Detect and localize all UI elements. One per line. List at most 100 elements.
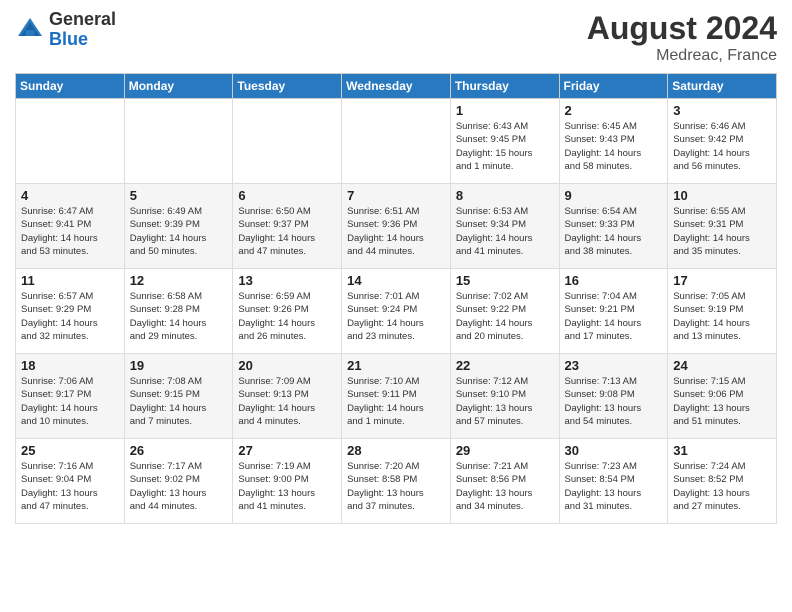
day-number: 3	[673, 103, 771, 118]
calendar-cell: 1 Sunrise: 6:43 AM Sunset: 9:45 PM Daylig…	[450, 99, 559, 184]
column-header-wednesday: Wednesday	[342, 74, 451, 99]
logo-blue-text: Blue	[49, 30, 116, 50]
column-header-tuesday: Tuesday	[233, 74, 342, 99]
day-number: 18	[21, 358, 119, 373]
day-info: Sunrise: 7:23 AM Sunset: 8:54 PM Dayligh…	[565, 460, 663, 513]
calendar-cell: 21 Sunrise: 7:10 AM Sunset: 9:11 PM Dayli…	[342, 354, 451, 439]
calendar-cell: 2Sunrise: 6:45 AM Sunset: 9:43 PM Daylig…	[559, 99, 668, 184]
day-info: Sunrise: 6:55 AM Sunset: 9:31 PM Dayligh…	[673, 205, 771, 258]
day-number: 22	[456, 358, 554, 373]
day-info: Sunrise: 7:08 AM Sunset: 9:15 PM Dayligh…	[130, 375, 228, 428]
day-info: Sunrise: 7:16 AM Sunset: 9:04 PM Dayligh…	[21, 460, 119, 513]
day-number: 11	[21, 273, 119, 288]
calendar-cell	[16, 99, 125, 184]
day-number: 14	[347, 273, 445, 288]
day-info: Sunrise: 6:53 AM Sunset: 9:34 PM Dayligh…	[456, 205, 554, 258]
day-info: Sunrise: 7:05 AM Sunset: 9:19 PM Dayligh…	[673, 290, 771, 343]
column-header-friday: Friday	[559, 74, 668, 99]
calendar-cell	[342, 99, 451, 184]
calendar-cell: 15 Sunrise: 7:02 AM Sunset: 9:22 PM Dayli…	[450, 269, 559, 354]
calendar-cell: 9 Sunrise: 6:54 AM Sunset: 9:33 PM Daylig…	[559, 184, 668, 269]
day-number: 30	[565, 443, 663, 458]
day-number: 31	[673, 443, 771, 458]
day-info: Sunrise: 7:06 AM Sunset: 9:17 PM Dayligh…	[21, 375, 119, 428]
calendar-cell	[233, 99, 342, 184]
day-number: 16	[565, 273, 663, 288]
calendar-cell: 3 Sunrise: 6:46 AM Sunset: 9:42 PM Daylig…	[668, 99, 777, 184]
day-info: Sunrise: 7:21 AM Sunset: 8:56 PM Dayligh…	[456, 460, 554, 513]
day-number: 10	[673, 188, 771, 203]
day-info: Sunrise: 7:10 AM Sunset: 9:11 PM Dayligh…	[347, 375, 445, 428]
calendar-cell: 29 Sunrise: 7:21 AM Sunset: 8:56 PM Dayli…	[450, 439, 559, 524]
calendar-cell: 23 Sunrise: 7:13 AM Sunset: 9:08 PM Dayli…	[559, 354, 668, 439]
calendar-cell: 5 Sunrise: 6:49 AM Sunset: 9:39 PM Daylig…	[124, 184, 233, 269]
calendar-cell: 8Sunrise: 6:53 AM Sunset: 9:34 PM Daylig…	[450, 184, 559, 269]
day-info: Sunrise: 7:13 AM Sunset: 9:08 PM Dayligh…	[565, 375, 663, 428]
column-header-thursday: Thursday	[450, 74, 559, 99]
logo: General Blue	[15, 10, 116, 50]
day-info: Sunrise: 6:58 AM Sunset: 9:28 PM Dayligh…	[130, 290, 228, 343]
day-info: Sunrise: 7:19 AM Sunset: 9:00 PM Dayligh…	[238, 460, 336, 513]
calendar-cell: 20 Sunrise: 7:09 AM Sunset: 9:13 PM Dayli…	[233, 354, 342, 439]
day-info: Sunrise: 6:50 AM Sunset: 9:37 PM Dayligh…	[238, 205, 336, 258]
calendar-cell: 25 Sunrise: 7:16 AM Sunset: 9:04 PM Dayli…	[16, 439, 125, 524]
logo-general-text: General	[49, 10, 116, 30]
day-info: Sunrise: 6:43 AM Sunset: 9:45 PM Dayligh…	[456, 120, 554, 173]
calendar-cell: 14Sunrise: 7:01 AM Sunset: 9:24 PM Dayli…	[342, 269, 451, 354]
calendar-cell: 4Sunrise: 6:47 AM Sunset: 9:41 PM Daylig…	[16, 184, 125, 269]
day-info: Sunrise: 7:20 AM Sunset: 8:58 PM Dayligh…	[347, 460, 445, 513]
day-info: Sunrise: 7:02 AM Sunset: 9:22 PM Dayligh…	[456, 290, 554, 343]
day-info: Sunrise: 7:15 AM Sunset: 9:06 PM Dayligh…	[673, 375, 771, 428]
calendar-cell: 11 Sunrise: 6:57 AM Sunset: 9:29 PM Dayli…	[16, 269, 125, 354]
calendar-cell: 7 Sunrise: 6:51 AM Sunset: 9:36 PM Daylig…	[342, 184, 451, 269]
calendar-cell: 6Sunrise: 6:50 AM Sunset: 9:37 PM Daylig…	[233, 184, 342, 269]
calendar-cell: 28 Sunrise: 7:20 AM Sunset: 8:58 PM Dayli…	[342, 439, 451, 524]
day-number: 20	[238, 358, 336, 373]
header: General Blue August 2024 Medreac, France	[15, 10, 777, 65]
day-number: 7	[347, 188, 445, 203]
month-title: August 2024	[587, 10, 777, 47]
day-number: 9	[565, 188, 663, 203]
page: General Blue August 2024 Medreac, France…	[0, 0, 792, 612]
day-number: 13	[238, 273, 336, 288]
day-number: 27	[238, 443, 336, 458]
day-info: Sunrise: 6:59 AM Sunset: 9:26 PM Dayligh…	[238, 290, 336, 343]
day-number: 17	[673, 273, 771, 288]
title-block: August 2024 Medreac, France	[587, 10, 777, 65]
day-number: 23	[565, 358, 663, 373]
day-info: Sunrise: 6:47 AM Sunset: 9:41 PM Dayligh…	[21, 205, 119, 258]
logo-text: General Blue	[49, 10, 116, 50]
day-number: 1	[456, 103, 554, 118]
calendar-week-2: 4Sunrise: 6:47 AM Sunset: 9:41 PM Daylig…	[16, 184, 777, 269]
calendar-cell: 17 Sunrise: 7:05 AM Sunset: 9:19 PM Dayli…	[668, 269, 777, 354]
calendar-cell: 10 Sunrise: 6:55 AM Sunset: 9:31 PM Dayli…	[668, 184, 777, 269]
day-info: Sunrise: 7:24 AM Sunset: 8:52 PM Dayligh…	[673, 460, 771, 513]
day-number: 12	[130, 273, 228, 288]
location: Medreac, France	[587, 47, 777, 65]
day-info: Sunrise: 6:57 AM Sunset: 9:29 PM Dayligh…	[21, 290, 119, 343]
calendar-cell: 30 Sunrise: 7:23 AM Sunset: 8:54 PM Dayli…	[559, 439, 668, 524]
day-info: Sunrise: 6:54 AM Sunset: 9:33 PM Dayligh…	[565, 205, 663, 258]
day-number: 19	[130, 358, 228, 373]
column-header-saturday: Saturday	[668, 74, 777, 99]
calendar-cell: 19 Sunrise: 7:08 AM Sunset: 9:15 PM Dayli…	[124, 354, 233, 439]
calendar-cell: 12 Sunrise: 6:58 AM Sunset: 9:28 PM Dayli…	[124, 269, 233, 354]
calendar-week-5: 25 Sunrise: 7:16 AM Sunset: 9:04 PM Dayli…	[16, 439, 777, 524]
day-number: 28	[347, 443, 445, 458]
calendar-cell: 24 Sunrise: 7:15 AM Sunset: 9:06 PM Dayli…	[668, 354, 777, 439]
column-header-sunday: Sunday	[16, 74, 125, 99]
day-number: 29	[456, 443, 554, 458]
day-info: Sunrise: 6:49 AM Sunset: 9:39 PM Dayligh…	[130, 205, 228, 258]
day-number: 24	[673, 358, 771, 373]
day-info: Sunrise: 6:45 AM Sunset: 9:43 PM Dayligh…	[565, 120, 663, 173]
calendar-cell: 26Sunrise: 7:17 AM Sunset: 9:02 PM Dayli…	[124, 439, 233, 524]
day-number: 25	[21, 443, 119, 458]
calendar-week-1: 1 Sunrise: 6:43 AM Sunset: 9:45 PM Daylig…	[16, 99, 777, 184]
day-info: Sunrise: 6:46 AM Sunset: 9:42 PM Dayligh…	[673, 120, 771, 173]
day-number: 5	[130, 188, 228, 203]
day-info: Sunrise: 6:51 AM Sunset: 9:36 PM Dayligh…	[347, 205, 445, 258]
day-info: Sunrise: 7:09 AM Sunset: 9:13 PM Dayligh…	[238, 375, 336, 428]
calendar-cell: 22Sunrise: 7:12 AM Sunset: 9:10 PM Dayli…	[450, 354, 559, 439]
day-number: 21	[347, 358, 445, 373]
day-number: 15	[456, 273, 554, 288]
